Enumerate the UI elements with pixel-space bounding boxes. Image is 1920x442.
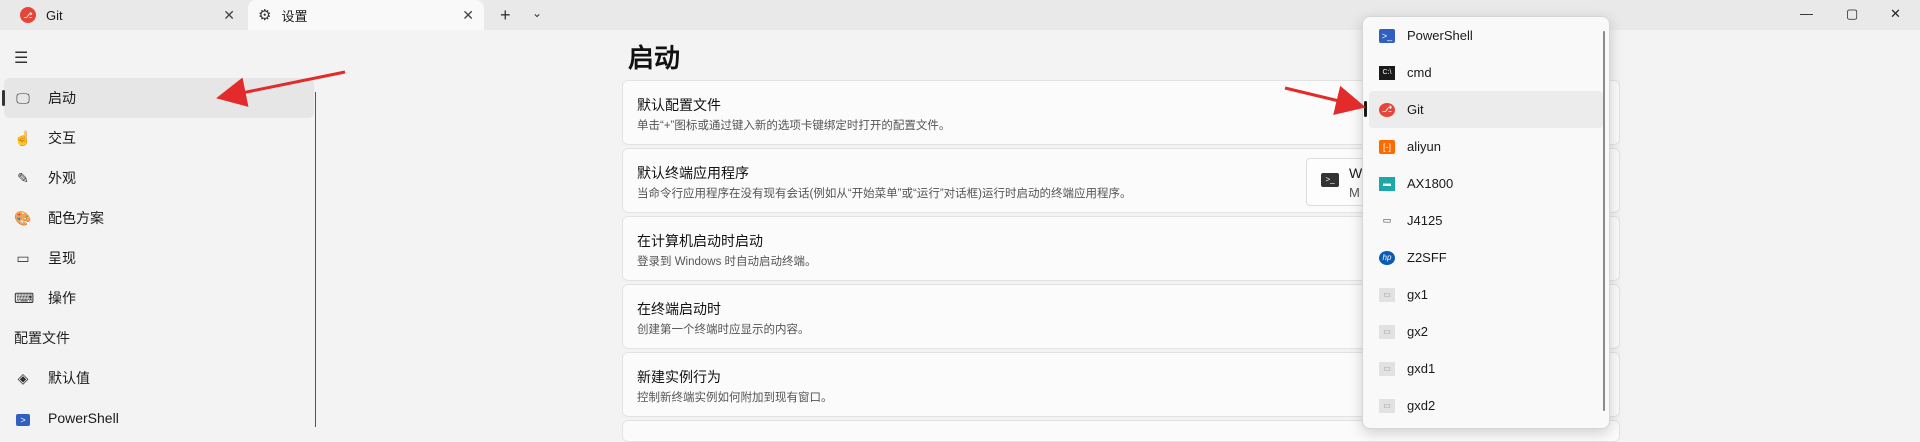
arrow-to-startup: [216, 70, 346, 107]
arrow-to-git-option: [1284, 85, 1366, 115]
annotation-arrows: [216, 70, 1366, 115]
